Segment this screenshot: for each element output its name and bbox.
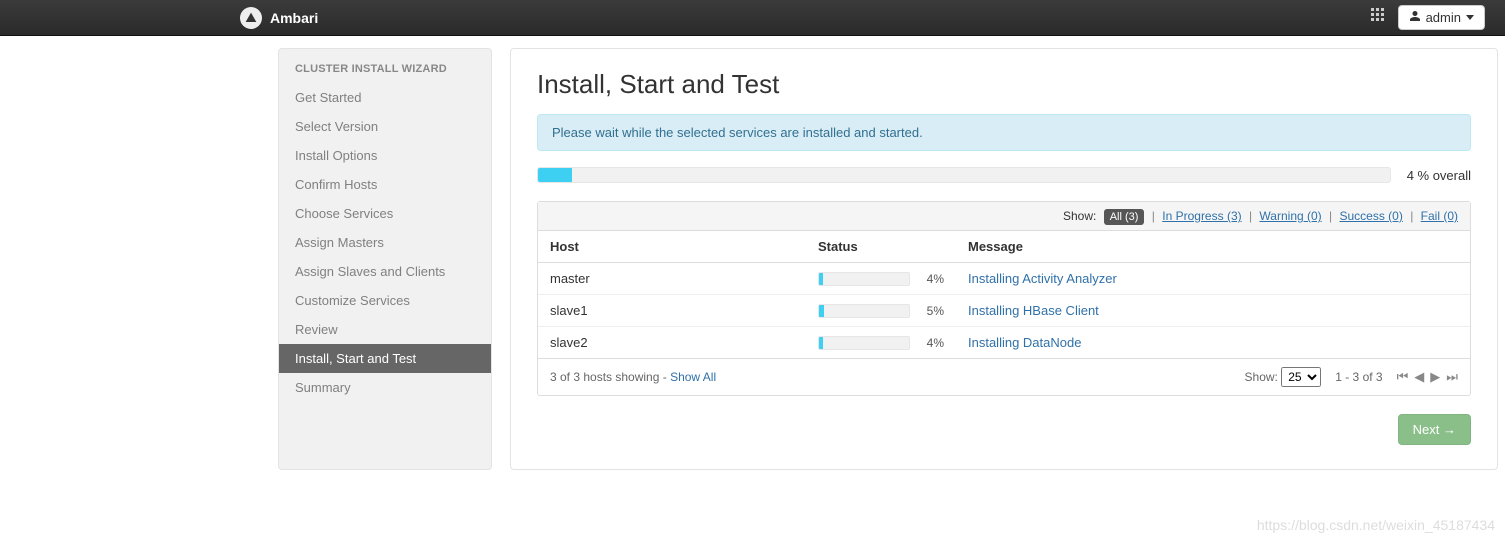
host-cell: master (538, 263, 806, 295)
hosts-panel: Show: All (3) | In Progress (3) | Warnin… (537, 201, 1471, 396)
sidebar-item[interactable]: Assign Slaves and Clients (279, 257, 491, 286)
wizard-sidebar: CLUSTER INSTALL WIZARD Get StartedSelect… (278, 48, 492, 470)
hosts-table: Host Status Message master4% Installing A… (538, 231, 1470, 358)
page-title: Install, Start and Test (537, 69, 1471, 100)
message-cell: Installing HBase Client (956, 295, 1470, 327)
sidebar-item[interactable]: Install Options (279, 141, 491, 170)
table-row: slave15% Installing HBase Client (538, 295, 1470, 327)
pager: ⏮ ◀ ▶ ⏭ (1397, 369, 1458, 385)
filter-in-progress[interactable]: In Progress (3) (1162, 209, 1241, 223)
table-row: slave24% Installing DataNode (538, 327, 1470, 359)
user-menu-label: admin (1426, 10, 1461, 25)
filter-warning[interactable]: Warning (0) (1259, 209, 1321, 223)
status-cell: 5% (806, 295, 956, 327)
footer-show-label: Show: (1245, 370, 1278, 384)
host-cell: slave2 (538, 327, 806, 359)
filter-success[interactable]: Success (0) (1339, 209, 1402, 223)
show-all-link[interactable]: Show All (670, 370, 716, 384)
sidebar-item[interactable]: Summary (279, 373, 491, 402)
sidebar-item[interactable]: Customize Services (279, 286, 491, 315)
page-prev-icon[interactable]: ◀ (1414, 369, 1424, 385)
brand[interactable]: Ambari (240, 7, 318, 29)
message-link[interactable]: Installing Activity Analyzer (968, 271, 1117, 286)
watermark: https://blog.csdn.net/weixin_45187434 (1257, 517, 1495, 533)
navbar: Ambari admin (0, 0, 1505, 36)
apps-grid-icon[interactable] (1370, 7, 1386, 28)
page-next-icon[interactable]: ▶ (1430, 369, 1440, 385)
host-cell: slave1 (538, 295, 806, 327)
main-panel: Install, Start and Test Please wait whil… (510, 48, 1498, 470)
sidebar-item[interactable]: Get Started (279, 83, 491, 112)
status-cell: 4% (806, 327, 956, 359)
page-last-icon[interactable]: ⏭ (1446, 369, 1458, 385)
sidebar-item[interactable]: Review (279, 315, 491, 344)
filter-bar: Show: All (3) | In Progress (3) | Warnin… (538, 202, 1470, 231)
filter-all[interactable]: All (3) (1104, 209, 1145, 225)
brand-logo-icon (240, 7, 262, 29)
column-status: Status (806, 231, 956, 263)
sidebar-item[interactable]: Choose Services (279, 199, 491, 228)
page-size-select[interactable]: 25 (1281, 367, 1321, 387)
range-text: 1 - 3 of 3 (1335, 370, 1382, 384)
overall-progress-text: 4 % overall (1407, 168, 1471, 183)
message-cell: Installing DataNode (956, 327, 1470, 359)
next-button[interactable]: Next → (1398, 414, 1471, 445)
sidebar-item[interactable]: Confirm Hosts (279, 170, 491, 199)
filter-show-label: Show: (1063, 209, 1096, 223)
page-first-icon[interactable]: ⏮ (1397, 369, 1409, 385)
sidebar-title: CLUSTER INSTALL WIZARD (279, 63, 491, 83)
info-alert: Please wait while the selected services … (537, 114, 1471, 151)
message-link[interactable]: Installing DataNode (968, 335, 1081, 350)
user-menu-button[interactable]: admin (1398, 5, 1485, 30)
showing-text: 3 of 3 hosts showing - (550, 370, 670, 384)
overall-progress-bar (537, 167, 1391, 183)
message-link[interactable]: Installing HBase Client (968, 303, 1099, 318)
filter-fail[interactable]: Fail (0) (1421, 209, 1458, 223)
status-cell: 4% (806, 263, 956, 295)
navbar-right: admin (1370, 5, 1485, 30)
column-message: Message (956, 231, 1470, 263)
user-icon (1409, 10, 1421, 25)
table-row: master4% Installing Activity Analyzer (538, 263, 1470, 295)
caret-down-icon (1466, 15, 1474, 20)
sidebar-item[interactable]: Assign Masters (279, 228, 491, 257)
column-host: Host (538, 231, 806, 263)
brand-text: Ambari (270, 10, 318, 26)
sidebar-item[interactable]: Install, Start and Test (279, 344, 491, 373)
overall-progress-row: 4 % overall (537, 167, 1471, 183)
table-footer: 3 of 3 hosts showing - Show All Show: 25… (538, 358, 1470, 395)
sidebar-item[interactable]: Select Version (279, 112, 491, 141)
message-cell: Installing Activity Analyzer (956, 263, 1470, 295)
